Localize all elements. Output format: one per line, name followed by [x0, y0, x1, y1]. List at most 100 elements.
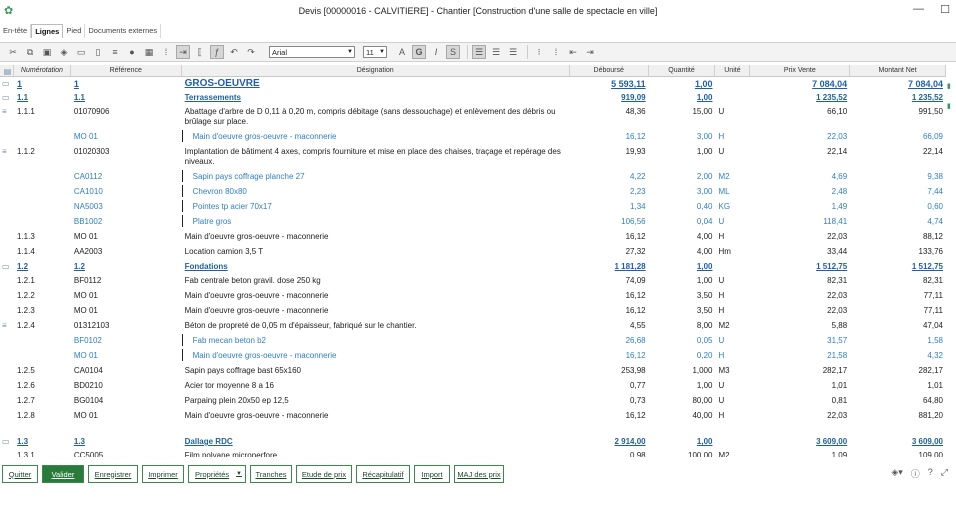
paste-icon[interactable]: ▣ [40, 45, 54, 59]
outdent-icon[interactable]: ⇤ [566, 45, 580, 59]
header-unite[interactable]: Unité [715, 65, 751, 76]
row-icon-slot [0, 379, 14, 381]
align-center-icon[interactable]: ☰ [489, 45, 503, 59]
undo-icon[interactable]: ↶ [227, 45, 241, 59]
row-icon-slot [0, 170, 14, 172]
tab-en-tete[interactable]: En-tête [0, 24, 32, 38]
italic-icon[interactable]: I [429, 45, 443, 59]
cell-quantite: 3,00 [696, 187, 713, 196]
table-row[interactable]: 1.2.7 BG0104 Parpaing plein 20x50 ep 12,5 0… [0, 394, 946, 409]
table-row[interactable]: ≡ 1.1.1 01070906 Abattage d'arbre de D 0,11… [0, 105, 946, 130]
table-row[interactable] [0, 424, 946, 435]
table-row[interactable]: ▭ 1 1 GROS-OEUVRE 5 593,11 1,00 7 084,04 7 084,… [0, 77, 946, 91]
settings-icon[interactable]: ▮ [947, 82, 955, 90]
table-row[interactable]: 1.2.1 BF0112 Fab centrale beton gravil. do… [0, 274, 946, 289]
redo-icon[interactable]: ↷ [244, 45, 258, 59]
table-row[interactable]: BB1002 Platre gros 106,56 0,04 U 118,41 4,74 [0, 215, 946, 230]
table-row[interactable]: MO 01 Main d'oeuvre gros-oeuvre - maconne… [0, 349, 946, 364]
header-montant-net[interactable]: Montant Net [850, 65, 946, 76]
quitter-button[interactable]: Quitter [2, 465, 38, 483]
table-row[interactable]: 1.2.2 MO 01 Main d'oeuvre gros-oeuvre - ma… [0, 289, 946, 304]
cell-unite: M3 [718, 366, 730, 375]
cell-unite: H [718, 306, 725, 315]
info-icon[interactable]: ▮ [947, 102, 955, 110]
table-row[interactable]: 1.1.3 MO 01 Main d'oeuvre gros-oeuvre - ma… [0, 230, 946, 245]
recapitulatif-button[interactable]: Récapitulatif [356, 465, 410, 483]
font-color-icon[interactable]: A [395, 45, 409, 59]
table-row[interactable]: ▭ 1.3 1.3 Dallage RDC 2 914,00 1,00 3 609,00 3 … [0, 435, 946, 449]
valider-button[interactable]: Valider [42, 465, 84, 483]
font-family-select[interactable]: Arial ▼ [269, 46, 355, 58]
font-size-select[interactable]: 11 ▼ [363, 46, 387, 58]
cell-prix-vente: 1,09 [831, 451, 848, 457]
cell-reference: BF0102 [73, 336, 102, 345]
imprimer-button[interactable]: Imprimer [142, 465, 184, 483]
etude-de-prix-button[interactable]: Etude de prix [296, 465, 352, 483]
expand-icon[interactable]: ⤢ [941, 467, 948, 480]
tag-icon[interactable]: ◈ [57, 45, 71, 59]
info-circle-icon[interactable]: ⓘ [911, 467, 920, 480]
header-designation[interactable]: Désignation [182, 65, 570, 76]
bullet-list-icon[interactable]: ⁝ [532, 45, 546, 59]
cell-montant-net: 881,20 [918, 411, 943, 420]
table-row[interactable]: ▭ 1.1 1.1 Terrassements 919,09 1,00 1 235,52 1 … [0, 91, 946, 105]
import-button[interactable]: Import [414, 465, 450, 483]
table-row[interactable]: CA0112 Sapin pays coffrage planche 27 4,22… [0, 170, 946, 185]
document-icon[interactable]: ▯ [91, 45, 105, 59]
folder-icon[interactable]: ▭ [74, 45, 88, 59]
align-left-icon[interactable]: ☰ [472, 45, 486, 59]
table-row[interactable]: 1.2.6 BD0210 Acier tor moyenne 8 a 16 0,77 1… [0, 379, 946, 394]
table-row[interactable]: ▭ 1.2 1.2 Fondations 1 181,28 1,00 1 512,75 1 5… [0, 260, 946, 274]
indent-more-icon[interactable]: ⇥ [583, 45, 597, 59]
cell-prix-vente: 22,03 [827, 411, 848, 420]
maximize-button[interactable]: ☐ [940, 3, 950, 16]
indent-icon[interactable]: ⇥ [176, 45, 190, 59]
header-reference[interactable]: Référence [71, 65, 182, 76]
row-icon-slot [0, 230, 14, 232]
bold-icon[interactable]: G [412, 45, 426, 59]
tag-dropdown-icon[interactable]: ◈▾ [891, 467, 902, 480]
table-row[interactable]: 1.2.3 MO 01 Main d'oeuvre gros-oeuvre - ma… [0, 304, 946, 319]
table-row[interactable]: ≡ 1.1.2 01020303 Implantation de bâtiment 4… [0, 145, 946, 170]
table-row[interactable]: BF0102 Fab mecan beton b2 26,68 0,05 U 31,57 1… [0, 334, 946, 349]
strike-icon[interactable]: S [446, 45, 460, 59]
header-debourse[interactable]: Déboursé [570, 65, 649, 76]
cut-icon[interactable]: ✂ [6, 45, 20, 59]
enregistrer-button[interactable]: Enregistrer [88, 465, 138, 483]
table-row[interactable]: ≡ 1.2.4 01312103 Béton de propreté de 0,05 … [0, 319, 946, 334]
proprietes-label: Propriétés [195, 469, 230, 479]
user-icon[interactable]: ● [125, 45, 139, 59]
table-row[interactable]: MO 01 Main d'oeuvre gros-oeuvre - maconne… [0, 130, 946, 145]
table-row[interactable]: 1.2.5 CA0104 Sapin pays coffrage bast 65x1… [0, 364, 946, 379]
cell-unite: U [718, 336, 725, 345]
copy-icon[interactable]: ⧉ [23, 45, 37, 59]
table-row[interactable]: 1.2.8 MO 01 Main d'oeuvre gros-oeuvre - ma… [0, 409, 946, 424]
table-icon[interactable]: ▦ [142, 45, 156, 59]
header-prix-vente[interactable]: Prix Vente [750, 65, 851, 76]
proprietes-button[interactable]: Propriétés ▼ [188, 465, 246, 483]
table-row[interactable]: 1.1.4 AA2003 Location camion 3,5 T 27,32 4,0… [0, 245, 946, 260]
formula-icon[interactable]: ƒ [210, 45, 224, 59]
header-quantite[interactable]: Quantité [649, 65, 716, 76]
table-row[interactable]: CA1010 Chevron 80x80 2,23 3,00 ML 2,48 7,44 [0, 185, 946, 200]
header-numerotation[interactable]: Numérotation [14, 65, 71, 76]
cell-montant-net: 282,17 [918, 366, 943, 375]
minimize-button[interactable]: — [913, 3, 924, 16]
tranches-button[interactable]: Tranches [250, 465, 292, 483]
align-right-icon[interactable]: ☰ [506, 45, 520, 59]
numbered-list-icon[interactable]: ⁞ [549, 45, 563, 59]
maj-des-prix-button[interactable]: MAJ des prix [454, 465, 504, 483]
cell-debourse: 919,09 [621, 93, 646, 102]
cell-unite: H [718, 291, 725, 300]
help-icon[interactable]: ? [928, 467, 933, 480]
tab-lignes[interactable]: Lignes [31, 24, 64, 38]
table-row[interactable]: NA5003 Pointes tp acier 70x17 1,34 0,40 KG 1,… [0, 200, 946, 215]
tab-pied[interactable]: Pied [63, 24, 86, 38]
list-icon[interactable]: ≡ [108, 45, 122, 59]
cell-designation: Main d'oeuvre gros-oeuvre - maconnerie [184, 291, 329, 300]
lines-grid[interactable]: ▤ Numérotation Référence Désignation Déb… [0, 65, 946, 457]
numbering-icon[interactable]: ⁞ [159, 45, 173, 59]
bracket-icon[interactable]: ⟦ [193, 45, 207, 59]
tab-documents-externes[interactable]: Documents externes [85, 24, 162, 38]
table-row[interactable]: 1.3.1 CC5005 Film polyane microperfore 0,98… [0, 449, 946, 457]
